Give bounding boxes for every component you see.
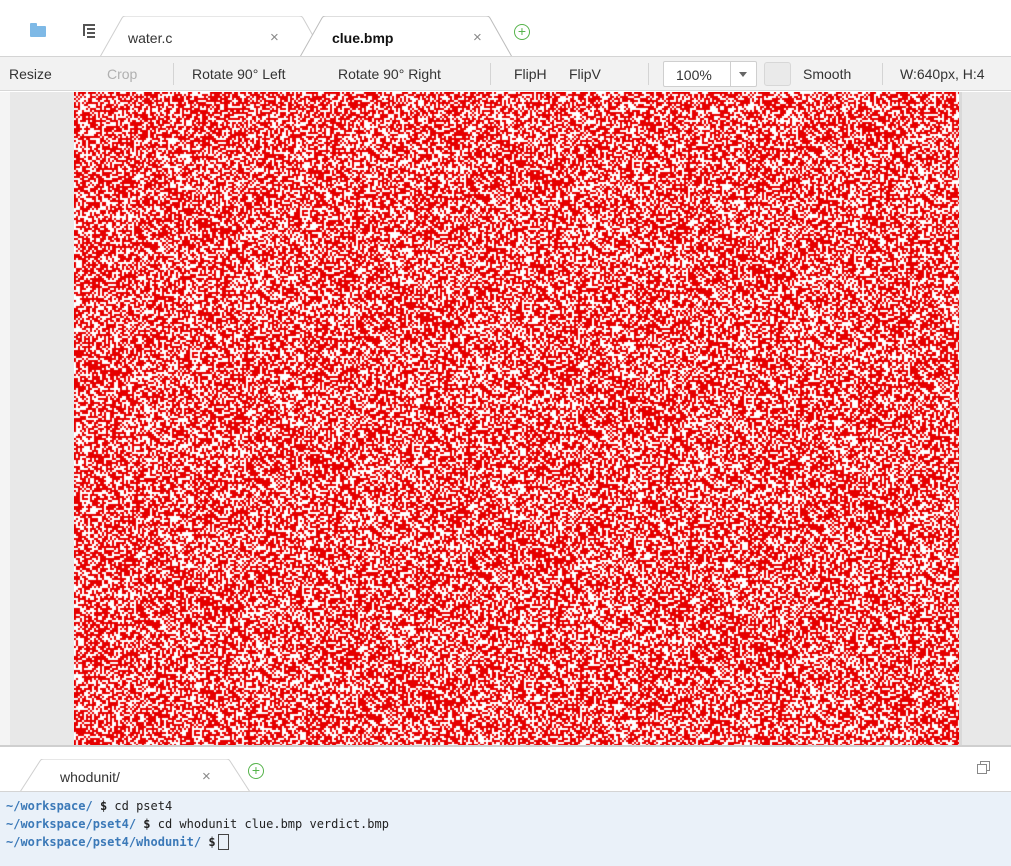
terminal-line: ~/workspace/ $ cd pset4 bbox=[6, 797, 1011, 815]
prompt-symbol: $ bbox=[143, 817, 151, 831]
terminal-tab-bar: whodunit/ × bbox=[0, 747, 1011, 792]
image-edge bbox=[959, 92, 962, 745]
folder-icon[interactable] bbox=[30, 22, 50, 38]
smooth-checkbox[interactable] bbox=[764, 62, 791, 86]
tab-whodunit[interactable]: whodunit/ × bbox=[20, 759, 250, 792]
tab-label: whodunit/ bbox=[60, 769, 120, 785]
terminal-prompt: ~/workspace/pset4/whodunit/ bbox=[6, 835, 202, 849]
close-icon[interactable]: × bbox=[202, 768, 211, 785]
tab-clue-bmp[interactable]: clue.bmp × bbox=[300, 16, 512, 57]
tab-shape bbox=[20, 759, 250, 792]
zoom-select[interactable]: 100% bbox=[663, 61, 757, 87]
rotate-right-button[interactable]: Rotate 90° Right bbox=[338, 66, 441, 82]
toolbar-separator bbox=[173, 63, 174, 85]
close-icon[interactable]: × bbox=[270, 29, 279, 46]
zoom-divider bbox=[730, 62, 731, 86]
crop-button[interactable]: Crop bbox=[107, 66, 137, 82]
image-dimensions: W:640px, H:4 bbox=[900, 66, 985, 82]
terminal-command: cd whodunit clue.bmp verdict.bmp bbox=[157, 817, 389, 831]
toolbar-separator bbox=[490, 63, 491, 85]
plus-circle-icon[interactable]: + bbox=[248, 763, 264, 779]
terminal-prompt: ~/workspace/pset4/ bbox=[6, 817, 137, 831]
image-toolbar: Resize Crop Rotate 90° Left Rotate 90° R… bbox=[0, 57, 1011, 91]
zoom-value: 100% bbox=[676, 67, 712, 83]
terminal-line: ~/workspace/pset4/whodunit/ $ bbox=[6, 833, 1011, 851]
rotate-left-button[interactable]: Rotate 90° Left bbox=[192, 66, 286, 82]
terminal-cursor bbox=[217, 834, 229, 850]
tab-water-c[interactable]: water.c × bbox=[100, 16, 325, 57]
clue-image bbox=[74, 92, 959, 745]
terminal-prompt: ~/workspace/ bbox=[6, 799, 93, 813]
outline-icon[interactable] bbox=[80, 22, 100, 38]
editor-tab-bar: water.c × clue.bmp × + bbox=[0, 0, 1011, 57]
close-icon[interactable]: × bbox=[473, 29, 482, 46]
flip-horizontal-button[interactable]: FlipH bbox=[514, 66, 547, 82]
toolbar-separator bbox=[648, 63, 649, 85]
prompt-symbol: $ bbox=[208, 835, 216, 849]
noise-canvas bbox=[74, 92, 959, 745]
tab-label: clue.bmp bbox=[332, 30, 394, 46]
terminal[interactable]: ~/workspace/ $ cd pset4 ~/workspace/pset… bbox=[0, 792, 1011, 866]
toolbar-separator bbox=[882, 63, 883, 85]
prompt-symbol: $ bbox=[99, 799, 108, 813]
image-viewport[interactable] bbox=[0, 92, 1011, 745]
flip-vertical-button[interactable]: FlipV bbox=[569, 66, 601, 82]
resize-button[interactable]: Resize bbox=[9, 66, 52, 82]
terminal-line: ~/workspace/pset4/ $ cd whodunit clue.bm… bbox=[6, 815, 1011, 833]
chevron-down-icon bbox=[739, 72, 747, 77]
restore-window-icon[interactable] bbox=[977, 761, 991, 775]
viewport-gutter bbox=[0, 92, 10, 745]
plus-circle-icon[interactable]: + bbox=[514, 24, 530, 40]
smooth-label: Smooth bbox=[803, 66, 852, 82]
terminal-command: cd pset4 bbox=[114, 799, 173, 813]
tab-label: water.c bbox=[128, 30, 173, 46]
